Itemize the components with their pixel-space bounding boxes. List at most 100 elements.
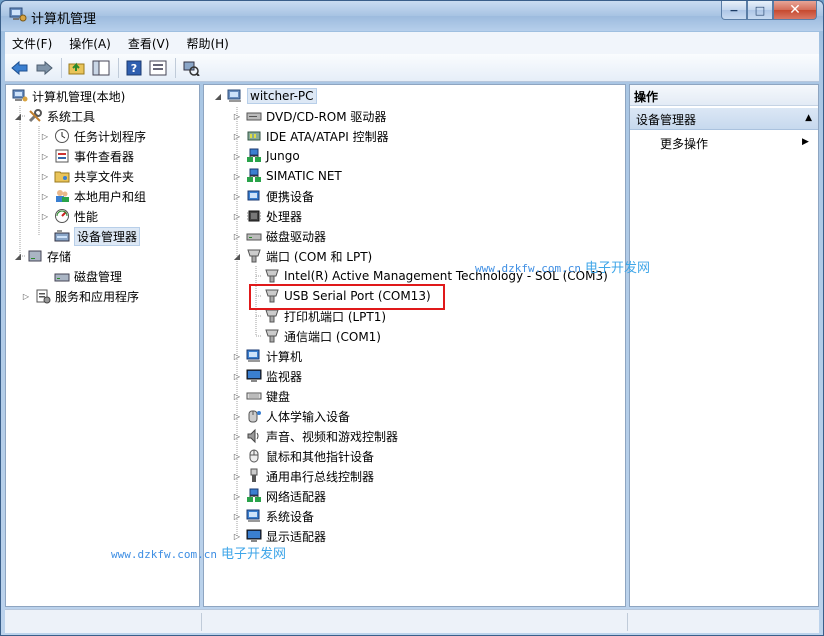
device-category[interactable]: ▷ 鼠标和其他指针设备 [231, 446, 374, 466]
menu-help[interactable]: 帮助(H) [179, 33, 235, 54]
device-category[interactable]: ▷ 声音、视频和游戏控制器 [231, 426, 398, 446]
tree-item-event-viewer[interactable]: ▷ 事件查看器 [39, 146, 134, 166]
console-tree-pane[interactable]: 计算机管理(本地) ◢ 系统工具 ▷ 任务计划程序 ▷ 事件查看器 ▷ 共享文件… [5, 84, 200, 607]
device-category[interactable]: ▷ 处理器 [231, 206, 302, 226]
watermark: www.dzkfw.com.cn 电子开发网 [475, 257, 650, 276]
mouse-icon [249, 449, 259, 463]
expand-icon[interactable]: ▷ [231, 490, 243, 502]
device-category-label: 键盘 [266, 389, 291, 404]
tree-root[interactable]: 计算机管理(本地) [12, 86, 125, 106]
computer-icon [227, 89, 241, 102]
tree-root-label: 计算机管理(本地) [32, 89, 126, 104]
tree-item-services-apps[interactable]: ▷ 服务和应用程序 [20, 286, 139, 306]
device-category[interactable]: ▷ 网络适配器 [231, 486, 326, 506]
scan-hardware-button[interactable] [180, 57, 202, 79]
expand-icon[interactable]: ▷ [231, 410, 243, 422]
expand-icon[interactable]: ▷ [39, 170, 51, 182]
tree-item-label: 事件查看器 [74, 149, 135, 164]
expand-icon[interactable]: ▷ [231, 190, 243, 202]
watermark-name: 电子开发网 [584, 261, 650, 276]
device-category[interactable]: ▷ 监视器 [231, 366, 302, 386]
expand-icon[interactable]: ▷ [231, 530, 243, 542]
menu-view[interactable]: 查看(V) [121, 33, 177, 54]
device-category-ports[interactable]: ◢ 端口 (COM 和 LPT) [231, 246, 372, 266]
expand-icon[interactable]: ▷ [39, 150, 51, 162]
tree-item-performance[interactable]: ▷ 性能 [39, 206, 98, 226]
device-category[interactable]: ▷ SIMATIC NET [231, 166, 342, 186]
menu-action[interactable]: 操作(A) [62, 33, 118, 54]
tree-item-system-tools[interactable]: ◢ 系统工具 [12, 106, 95, 126]
hid-icon [248, 410, 261, 423]
up-button[interactable] [66, 57, 88, 79]
actions-header: 操作 [630, 85, 818, 106]
menu-file[interactable]: 文件(F) [5, 33, 59, 54]
back-button[interactable] [9, 57, 31, 79]
collapse-icon[interactable]: ◢ [12, 110, 24, 122]
more-actions-link[interactable]: 更多操作 [660, 135, 708, 152]
maximize-button[interactable]: □ [747, 1, 773, 20]
forward-button[interactable] [33, 57, 55, 79]
title-bar[interactable]: 计算机管理 − □ ✕ [1, 1, 823, 31]
device-tree-root[interactable]: ◢ witcher-PC [212, 86, 317, 106]
expand-icon[interactable]: ▷ [231, 350, 243, 362]
minimize-button[interactable]: − [721, 1, 747, 20]
expand-icon[interactable]: ▷ [39, 210, 51, 222]
expand-icon[interactable]: ▷ [39, 190, 51, 202]
collapse-up-icon[interactable]: ▲ [805, 113, 812, 123]
tree-item-label: 性能 [74, 209, 99, 224]
expand-icon[interactable]: ▷ [39, 130, 51, 142]
tree-item-task-scheduler[interactable]: ▷ 任务计划程序 [39, 126, 146, 146]
expand-icon[interactable]: ▷ [231, 470, 243, 482]
device-category[interactable]: ▷ 键盘 [231, 386, 290, 406]
device-category[interactable]: ▷ 计算机 [231, 346, 302, 366]
back-arrow-icon [11, 60, 28, 75]
properties-button[interactable] [147, 57, 169, 79]
device-tree-pane[interactable]: ◢ witcher-PC ▷ DVD/CD-ROM 驱动器 ▷ IDE ATA/… [203, 84, 626, 607]
device-category-label: SIMATIC NET [266, 169, 342, 183]
tree-item-local-users[interactable]: ▷ 本地用户和组 [39, 186, 146, 206]
device-category[interactable]: ▷ IDE ATA/ATAPI 控制器 [231, 126, 389, 146]
tree-item-device-manager[interactable]: 设备管理器 [54, 226, 141, 246]
device-category[interactable]: ▷ Jungo [231, 146, 300, 166]
network-device-icon [247, 168, 261, 182]
dvd-drive-icon [246, 112, 262, 121]
expand-icon[interactable]: ▷ [20, 290, 32, 302]
expand-icon[interactable]: ▷ [231, 150, 243, 162]
expand-icon[interactable]: ▷ [231, 110, 243, 122]
expand-icon[interactable]: ▷ [231, 370, 243, 382]
svg-text:?: ? [131, 62, 137, 75]
watermark-name: 电子开发网 [220, 547, 286, 562]
expand-icon[interactable]: ▷ [231, 430, 243, 442]
actions-pane: 操作 设备管理器 ▲ 更多操作 ▶ [629, 84, 819, 607]
expand-icon[interactable]: ▷ [231, 450, 243, 462]
device-category[interactable]: ▷ 系统设备 [231, 506, 314, 526]
network-adapter-icon [247, 488, 261, 502]
expand-icon[interactable]: ▷ [231, 130, 243, 142]
port-device[interactable]: 通信端口 (COM1) [264, 326, 381, 346]
device-category[interactable]: ▷ 磁盘驱动器 [231, 226, 326, 246]
device-category-label: 处理器 [266, 209, 303, 224]
device-category[interactable]: ▷ 人体学输入设备 [231, 406, 350, 426]
tree-item-storage[interactable]: ◢ 存储 [12, 246, 71, 266]
close-button[interactable]: ✕ [773, 1, 817, 20]
collapse-icon[interactable]: ◢ [212, 90, 224, 102]
status-bar [5, 609, 819, 633]
help-button[interactable]: ? [123, 57, 145, 79]
show-hide-tree-button[interactable] [90, 57, 112, 79]
collapse-icon[interactable]: ◢ [12, 250, 24, 262]
expand-icon[interactable]: ▷ [231, 510, 243, 522]
device-category[interactable]: ▷ 通用串行总线控制器 [231, 466, 374, 486]
tree-item-shared-folders[interactable]: ▷ 共享文件夹 [39, 166, 134, 186]
device-category[interactable]: ▷ 便携设备 [231, 186, 314, 206]
collapse-icon[interactable]: ◢ [231, 250, 243, 262]
expand-icon[interactable]: ▷ [231, 210, 243, 222]
device-category[interactable]: ▷ DVD/CD-ROM 驱动器 [231, 106, 387, 126]
tree-item-label: 设备管理器 [74, 226, 141, 246]
tree-item-disk-management[interactable]: 磁盘管理 [54, 266, 122, 286]
expand-icon[interactable]: ▷ [231, 170, 243, 182]
minimize-icon: − [729, 3, 739, 17]
expand-icon[interactable]: ▷ [231, 230, 243, 242]
expand-icon[interactable]: ▷ [231, 390, 243, 402]
device-category-label: IDE ATA/ATAPI 控制器 [266, 129, 389, 144]
actions-section-device-manager[interactable]: 设备管理器 ▲ [630, 108, 818, 130]
